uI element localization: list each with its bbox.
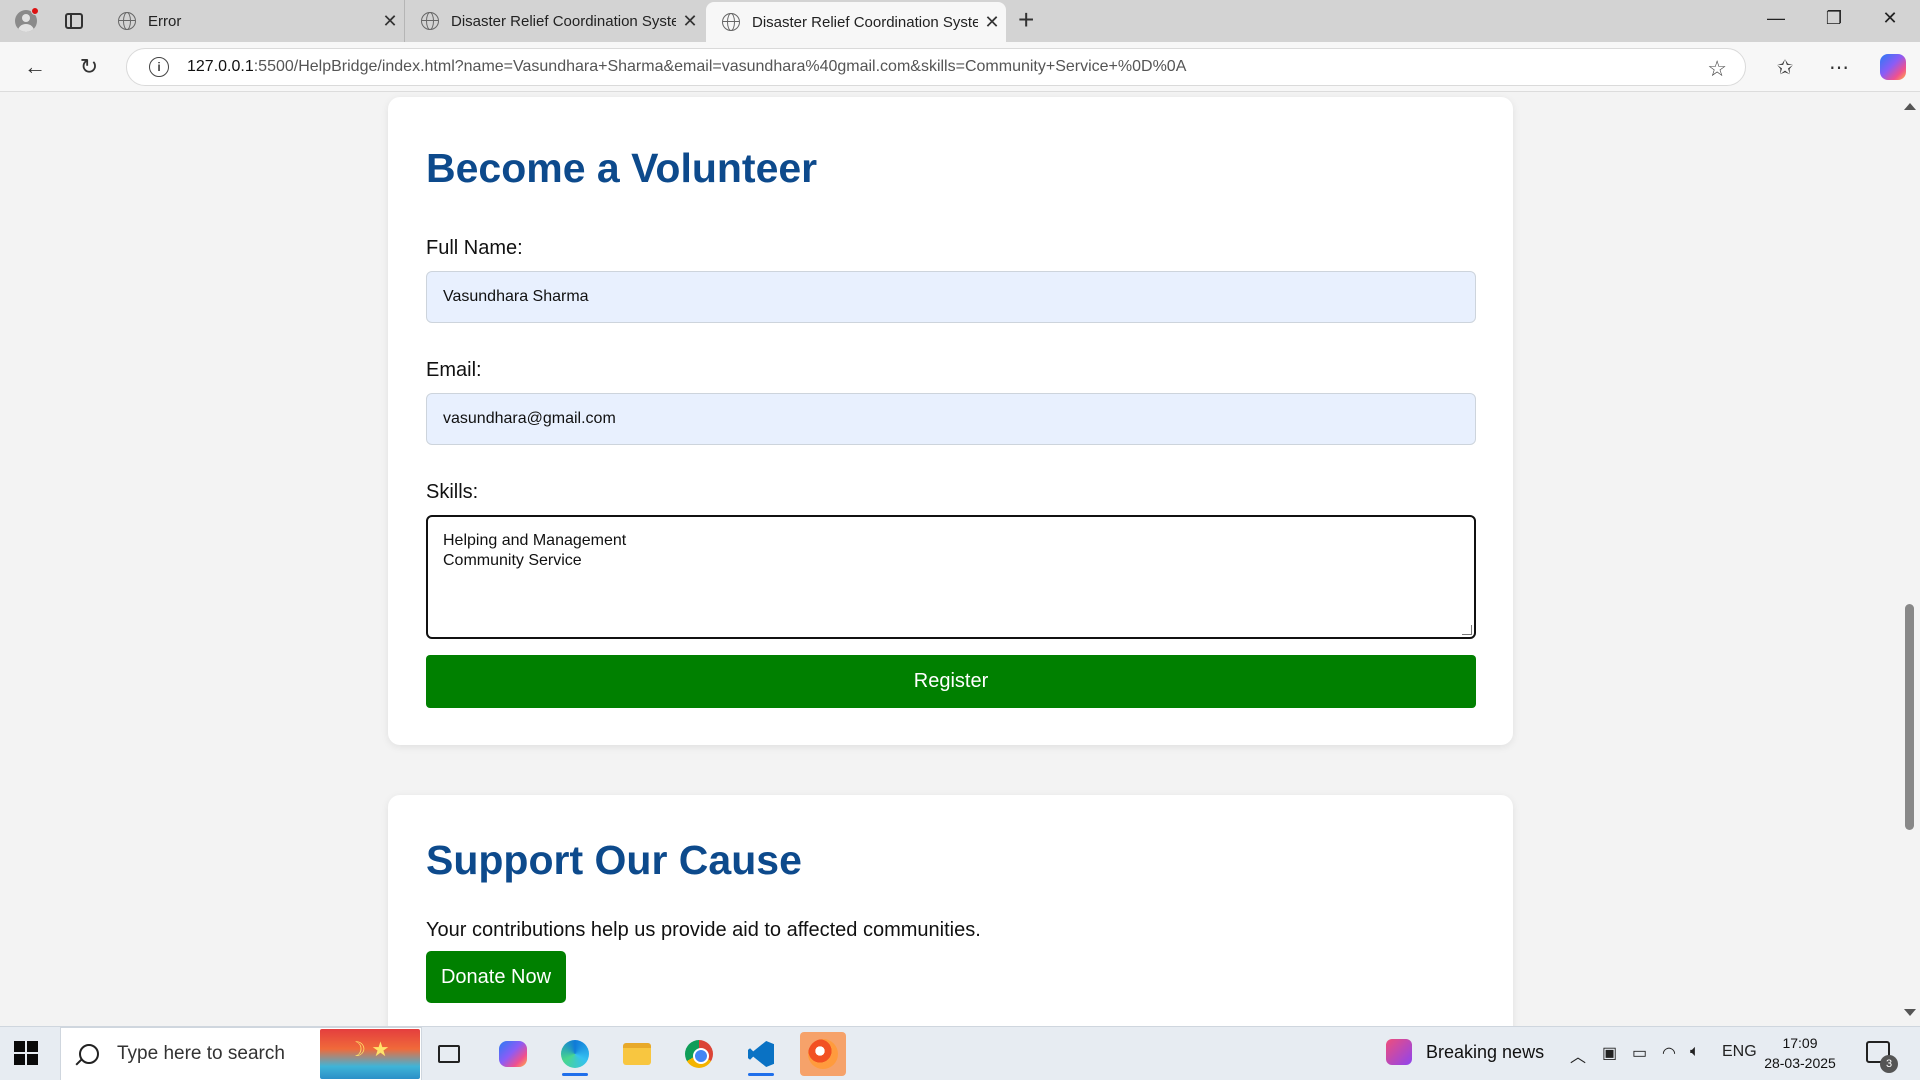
scroll-up-arrow-icon[interactable] — [1904, 103, 1916, 110]
edge-browser-icon[interactable] — [552, 1032, 598, 1076]
task-view-icon[interactable] — [426, 1032, 472, 1076]
close-tab-icon[interactable]: ✕ — [376, 11, 404, 32]
reload-icon[interactable]: ↻ — [74, 52, 104, 82]
register-button[interactable]: Register — [426, 655, 1476, 708]
volume-icon[interactable]: 🔈︎ — [1690, 1043, 1700, 1061]
tab-actions-icon[interactable] — [60, 7, 88, 35]
tab-title: Disaster Relief Coordination Syste — [451, 12, 676, 30]
windows-start-icon[interactable] — [14, 1041, 38, 1065]
clock[interactable]: 17:09 28-03-2025 — [1760, 1033, 1840, 1073]
news-widget[interactable]: Breaking news — [1386, 1039, 1544, 1065]
window-close-icon[interactable]: ✕ — [1870, 8, 1910, 29]
news-text: Breaking news — [1426, 1041, 1545, 1062]
tab-bar: Error ✕ Disaster Relief Coordination Sys… — [0, 0, 1920, 42]
close-tab-icon[interactable]: ✕ — [676, 11, 704, 32]
search-highlight-image[interactable] — [320, 1029, 420, 1079]
tab-title: Disaster Relief Coordination Syste — [752, 13, 978, 31]
skills-textarea[interactable]: Helping and Management Community Service — [426, 515, 1476, 639]
back-arrow-icon[interactable]: ← — [20, 52, 50, 82]
notification-count-badge: 3 — [1880, 1055, 1898, 1073]
url-host: 127.0.0.1 — [187, 58, 254, 75]
full-name-input[interactable]: Vasundhara Sharma — [426, 271, 1476, 323]
site-info-icon[interactable]: i — [149, 57, 169, 77]
volunteer-card: Become a Volunteer Full Name: Vasundhara… — [388, 97, 1513, 745]
page-scrollbar[interactable] — [1898, 93, 1920, 1026]
support-heading: Support Our Cause — [426, 837, 802, 883]
email-input[interactable]: vasundhara@gmail.com — [426, 393, 1476, 445]
minimize-icon[interactable]: — — [1756, 8, 1796, 29]
battery-icon[interactable]: ▭ — [1632, 1043, 1647, 1063]
language-indicator[interactable]: ENG — [1722, 1043, 1757, 1061]
new-tab-icon[interactable]: + — [1018, 6, 1034, 34]
globe-icon — [421, 12, 439, 30]
email-label: Email: — [426, 359, 482, 381]
page-viewport: Become a Volunteer Full Name: Vasundhara… — [0, 93, 1898, 1026]
donate-now-button[interactable]: Donate Now — [426, 951, 566, 1003]
chrome-icon[interactable] — [676, 1032, 722, 1076]
globe-icon — [722, 13, 740, 31]
wifi-icon[interactable]: ◠ — [1662, 1043, 1676, 1063]
copilot-icon[interactable] — [1878, 52, 1908, 82]
tab-title: Error — [148, 12, 182, 30]
resize-handle-icon[interactable] — [1462, 625, 1472, 635]
clock-time: 17:09 — [1782, 1035, 1818, 1051]
support-card: Support Our Cause Your contributions hel… — [388, 795, 1513, 1026]
meet-now-icon[interactable]: ▣ — [1602, 1043, 1617, 1063]
copilot-app-icon[interactable] — [490, 1032, 536, 1076]
profile-avatar-icon[interactable] — [12, 7, 40, 35]
show-hidden-icons-chevron-icon[interactable]: ︿ — [1570, 1043, 1586, 1067]
url-text[interactable]: 127.0.0.1:5500/HelpBridge/index.html?nam… — [187, 58, 1745, 76]
favorite-star-icon[interactable]: ☆ — [1707, 56, 1727, 82]
scroll-down-arrow-icon[interactable] — [1904, 1009, 1916, 1016]
restore-icon[interactable]: ❐ — [1814, 8, 1854, 29]
clock-date: 28-03-2025 — [1764, 1055, 1836, 1071]
search-placeholder: Type here to search — [117, 1043, 285, 1064]
tab-disaster-relief-1[interactable]: Disaster Relief Coordination Syste ✕ — [404, 0, 704, 42]
address-bar-row: ← ↻ i 127.0.0.1:5500/HelpBridge/index.ht… — [0, 42, 1920, 92]
paint-app-icon[interactable] — [800, 1032, 846, 1076]
search-icon — [79, 1044, 99, 1064]
file-explorer-icon[interactable] — [614, 1032, 660, 1076]
skills-label: Skills: — [426, 481, 479, 503]
tab-error[interactable]: Error ✕ — [104, 0, 404, 42]
favorites-icon[interactable]: ✩ — [1770, 52, 1800, 82]
globe-icon — [118, 12, 136, 30]
windows-taskbar: Type here to search Breaking news ︿ ▣ ▭ … — [0, 1026, 1920, 1080]
support-description: Your contributions help us provide aid t… — [426, 919, 981, 941]
close-tab-icon[interactable]: ✕ — [978, 12, 1006, 33]
volunteer-heading: Become a Volunteer — [426, 145, 818, 191]
skills-text: Helping and Management Community Service — [443, 532, 627, 569]
full-name-label: Full Name: — [426, 237, 523, 259]
more-options-icon[interactable]: ⋯ — [1824, 52, 1854, 82]
tab-disaster-relief-active[interactable]: Disaster Relief Coordination Syste ✕ — [706, 2, 1006, 42]
url-field[interactable]: i 127.0.0.1:5500/HelpBridge/index.html?n… — [126, 48, 1746, 86]
scroll-thumb[interactable] — [1905, 604, 1914, 830]
url-path: :5500/HelpBridge/index.html?name=Vasundh… — [253, 58, 1187, 75]
vscode-icon[interactable] — [738, 1032, 784, 1076]
news-icon — [1386, 1039, 1412, 1065]
